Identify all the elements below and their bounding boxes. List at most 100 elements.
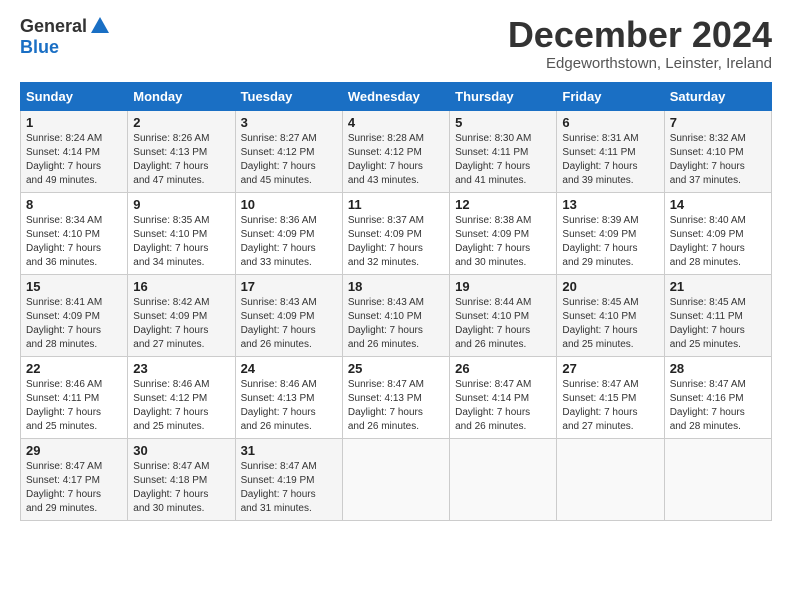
day-content: Sunrise: 8:40 AM Sunset: 4:09 PM Dayligh… (670, 214, 766, 270)
calendar-cell: 18 Sunrise: 8:43 AM Sunset: 4:10 PM Dayl… (342, 274, 449, 356)
day-number: 20 (562, 279, 658, 294)
day-number: 29 (26, 443, 122, 458)
day-content: Sunrise: 8:37 AM Sunset: 4:09 PM Dayligh… (348, 214, 444, 270)
day-number: 6 (562, 115, 658, 130)
day-number: 17 (241, 279, 337, 294)
day-content: Sunrise: 8:46 AM Sunset: 4:13 PM Dayligh… (241, 378, 337, 434)
calendar-cell: 30 Sunrise: 8:47 AM Sunset: 4:18 PM Dayl… (128, 438, 235, 520)
month-title: December 2024 (508, 15, 772, 55)
day-number: 10 (241, 197, 337, 212)
calendar-table: SundayMondayTuesdayWednesdayThursdayFrid… (20, 82, 772, 521)
day-content: Sunrise: 8:38 AM Sunset: 4:09 PM Dayligh… (455, 214, 551, 270)
day-content: Sunrise: 8:43 AM Sunset: 4:09 PM Dayligh… (241, 296, 337, 352)
calendar-cell: 1 Sunrise: 8:24 AM Sunset: 4:14 PM Dayli… (21, 110, 128, 192)
calendar-cell: 3 Sunrise: 8:27 AM Sunset: 4:12 PM Dayli… (235, 110, 342, 192)
calendar-cell: 25 Sunrise: 8:47 AM Sunset: 4:13 PM Dayl… (342, 356, 449, 438)
day-number: 27 (562, 361, 658, 376)
day-number: 11 (348, 197, 444, 212)
calendar-cell: 19 Sunrise: 8:44 AM Sunset: 4:10 PM Dayl… (450, 274, 557, 356)
calendar-cell: 17 Sunrise: 8:43 AM Sunset: 4:09 PM Dayl… (235, 274, 342, 356)
calendar-cell: 2 Sunrise: 8:26 AM Sunset: 4:13 PM Dayli… (128, 110, 235, 192)
weekday-header-friday: Friday (557, 82, 664, 110)
logo: General Blue (20, 15, 111, 58)
calendar-cell: 26 Sunrise: 8:47 AM Sunset: 4:14 PM Dayl… (450, 356, 557, 438)
day-number: 14 (670, 197, 766, 212)
calendar-cell: 15 Sunrise: 8:41 AM Sunset: 4:09 PM Dayl… (21, 274, 128, 356)
title-section: December 2024 Edgeworthstown, Leinster, … (508, 15, 772, 72)
day-content: Sunrise: 8:39 AM Sunset: 4:09 PM Dayligh… (562, 214, 658, 270)
day-number: 1 (26, 115, 122, 130)
day-number: 12 (455, 197, 551, 212)
calendar-cell (342, 438, 449, 520)
calendar-week-row: 8 Sunrise: 8:34 AM Sunset: 4:10 PM Dayli… (21, 192, 772, 274)
day-number: 8 (26, 197, 122, 212)
day-content: Sunrise: 8:35 AM Sunset: 4:10 PM Dayligh… (133, 214, 229, 270)
logo-icon (89, 15, 111, 37)
calendar-cell: 12 Sunrise: 8:38 AM Sunset: 4:09 PM Dayl… (450, 192, 557, 274)
calendar-cell: 31 Sunrise: 8:47 AM Sunset: 4:19 PM Dayl… (235, 438, 342, 520)
day-number: 26 (455, 361, 551, 376)
day-content: Sunrise: 8:36 AM Sunset: 4:09 PM Dayligh… (241, 214, 337, 270)
day-content: Sunrise: 8:43 AM Sunset: 4:10 PM Dayligh… (348, 296, 444, 352)
calendar-cell: 23 Sunrise: 8:46 AM Sunset: 4:12 PM Dayl… (128, 356, 235, 438)
day-number: 4 (348, 115, 444, 130)
day-content: Sunrise: 8:24 AM Sunset: 4:14 PM Dayligh… (26, 132, 122, 188)
calendar-cell: 20 Sunrise: 8:45 AM Sunset: 4:10 PM Dayl… (557, 274, 664, 356)
calendar-week-row: 1 Sunrise: 8:24 AM Sunset: 4:14 PM Dayli… (21, 110, 772, 192)
day-content: Sunrise: 8:27 AM Sunset: 4:12 PM Dayligh… (241, 132, 337, 188)
day-content: Sunrise: 8:26 AM Sunset: 4:13 PM Dayligh… (133, 132, 229, 188)
day-content: Sunrise: 8:45 AM Sunset: 4:10 PM Dayligh… (562, 296, 658, 352)
day-number: 13 (562, 197, 658, 212)
calendar-cell: 5 Sunrise: 8:30 AM Sunset: 4:11 PM Dayli… (450, 110, 557, 192)
day-number: 30 (133, 443, 229, 458)
day-number: 15 (26, 279, 122, 294)
day-number: 18 (348, 279, 444, 294)
day-content: Sunrise: 8:46 AM Sunset: 4:12 PM Dayligh… (133, 378, 229, 434)
calendar-week-row: 22 Sunrise: 8:46 AM Sunset: 4:11 PM Dayl… (21, 356, 772, 438)
calendar-week-row: 15 Sunrise: 8:41 AM Sunset: 4:09 PM Dayl… (21, 274, 772, 356)
weekday-header-saturday: Saturday (664, 82, 771, 110)
calendar-cell: 6 Sunrise: 8:31 AM Sunset: 4:11 PM Dayli… (557, 110, 664, 192)
day-content: Sunrise: 8:47 AM Sunset: 4:16 PM Dayligh… (670, 378, 766, 434)
calendar-cell (450, 438, 557, 520)
weekday-header-thursday: Thursday (450, 82, 557, 110)
calendar-cell: 28 Sunrise: 8:47 AM Sunset: 4:16 PM Dayl… (664, 356, 771, 438)
day-content: Sunrise: 8:30 AM Sunset: 4:11 PM Dayligh… (455, 132, 551, 188)
logo-general-text: General (20, 16, 87, 37)
day-number: 31 (241, 443, 337, 458)
day-content: Sunrise: 8:41 AM Sunset: 4:09 PM Dayligh… (26, 296, 122, 352)
calendar-cell: 7 Sunrise: 8:32 AM Sunset: 4:10 PM Dayli… (664, 110, 771, 192)
day-number: 22 (26, 361, 122, 376)
day-number: 24 (241, 361, 337, 376)
day-number: 16 (133, 279, 229, 294)
day-number: 2 (133, 115, 229, 130)
day-content: Sunrise: 8:34 AM Sunset: 4:10 PM Dayligh… (26, 214, 122, 270)
calendar-cell: 22 Sunrise: 8:46 AM Sunset: 4:11 PM Dayl… (21, 356, 128, 438)
calendar-cell: 24 Sunrise: 8:46 AM Sunset: 4:13 PM Dayl… (235, 356, 342, 438)
calendar-cell (557, 438, 664, 520)
day-content: Sunrise: 8:47 AM Sunset: 4:15 PM Dayligh… (562, 378, 658, 434)
calendar-cell (664, 438, 771, 520)
logo-blue-text: Blue (20, 37, 59, 58)
weekday-header-monday: Monday (128, 82, 235, 110)
day-number: 9 (133, 197, 229, 212)
calendar-cell: 8 Sunrise: 8:34 AM Sunset: 4:10 PM Dayli… (21, 192, 128, 274)
day-number: 23 (133, 361, 229, 376)
weekday-header-row: SundayMondayTuesdayWednesdayThursdayFrid… (21, 82, 772, 110)
day-content: Sunrise: 8:47 AM Sunset: 4:13 PM Dayligh… (348, 378, 444, 434)
calendar-cell: 4 Sunrise: 8:28 AM Sunset: 4:12 PM Dayli… (342, 110, 449, 192)
day-number: 21 (670, 279, 766, 294)
calendar-cell: 16 Sunrise: 8:42 AM Sunset: 4:09 PM Dayl… (128, 274, 235, 356)
day-content: Sunrise: 8:47 AM Sunset: 4:18 PM Dayligh… (133, 460, 229, 516)
day-content: Sunrise: 8:47 AM Sunset: 4:17 PM Dayligh… (26, 460, 122, 516)
calendar-cell: 21 Sunrise: 8:45 AM Sunset: 4:11 PM Dayl… (664, 274, 771, 356)
calendar-cell: 11 Sunrise: 8:37 AM Sunset: 4:09 PM Dayl… (342, 192, 449, 274)
day-content: Sunrise: 8:32 AM Sunset: 4:10 PM Dayligh… (670, 132, 766, 188)
weekday-header-tuesday: Tuesday (235, 82, 342, 110)
day-content: Sunrise: 8:45 AM Sunset: 4:11 PM Dayligh… (670, 296, 766, 352)
day-number: 7 (670, 115, 766, 130)
day-content: Sunrise: 8:44 AM Sunset: 4:10 PM Dayligh… (455, 296, 551, 352)
day-content: Sunrise: 8:47 AM Sunset: 4:19 PM Dayligh… (241, 460, 337, 516)
day-number: 28 (670, 361, 766, 376)
calendar-cell: 14 Sunrise: 8:40 AM Sunset: 4:09 PM Dayl… (664, 192, 771, 274)
